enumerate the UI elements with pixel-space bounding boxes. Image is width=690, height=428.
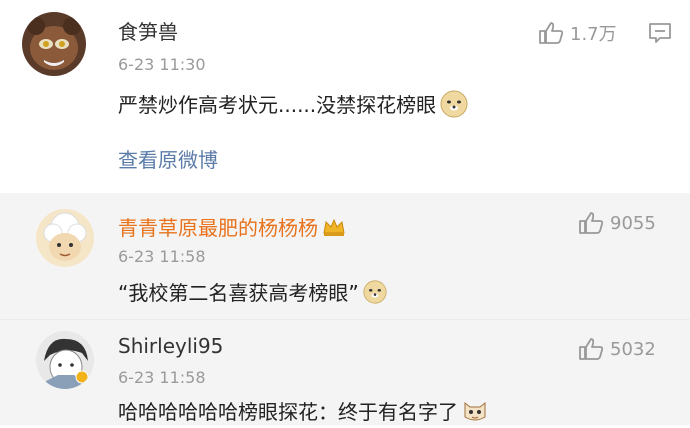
reply-divider (0, 319, 690, 320)
reply-avatar[interactable] (36, 331, 94, 389)
reply-like-count: 9055 (610, 212, 656, 234)
crown-badge-icon (322, 217, 346, 242)
comment-text: 严禁炒作高考状元......没禁探花榜眼 (118, 93, 437, 117)
reply-avatar[interactable] (36, 209, 94, 267)
comment-text-row: 严禁炒作高考状元......没禁探花榜眼 (118, 89, 468, 123)
thumbs-up-icon (539, 22, 564, 44)
reply-timestamp: 6-23 11:58 (118, 247, 206, 266)
reply-text: “我校第二名喜获高考榜眼” (118, 281, 359, 305)
main-comment: 食笋兽 6-23 11:30 1.7万 严禁炒作高考状元......没禁探花榜眼… (0, 0, 690, 193)
reply-like-count: 5032 (610, 338, 656, 360)
doge-emoji-icon (440, 90, 468, 123)
reply-username[interactable]: Shirleyli95 (118, 334, 223, 358)
thumbs-up-icon (579, 338, 604, 360)
comment-icon (649, 23, 671, 43)
like-count: 1.7万 (570, 24, 617, 45)
timestamp: 6-23 11:30 (118, 55, 206, 74)
reply-text: 哈哈哈哈哈哈榜眼探花：终于有名字了 (118, 400, 458, 424)
reply-text-row: 哈哈哈哈哈哈榜眼探花：终于有名字了 (118, 396, 488, 428)
reply-like-button[interactable]: 5032 (578, 337, 656, 361)
username[interactable]: 食笋兽 (118, 16, 178, 45)
doge-emoji-icon (363, 280, 387, 309)
reply-username[interactable]: 青青草原最肥的杨杨杨 (118, 212, 346, 242)
reply-timestamp: 6-23 11:58 (118, 368, 206, 387)
view-original-link[interactable]: 查看原微博 (118, 144, 218, 173)
reply-button[interactable] (648, 22, 672, 48)
reply-text-row: “我校第二名喜获高考榜眼” (118, 277, 387, 309)
user-avatar[interactable] (22, 12, 86, 76)
like-button[interactable]: 1.7万 (538, 20, 617, 46)
reply-like-button[interactable]: 9055 (578, 211, 656, 235)
cat-emoji-icon (462, 399, 488, 428)
reply-list: 青青草原最肥的杨杨杨 6-23 11:58 9055 “我校第二名喜获高考榜眼”… (0, 193, 690, 425)
thumbs-up-icon (579, 212, 604, 234)
